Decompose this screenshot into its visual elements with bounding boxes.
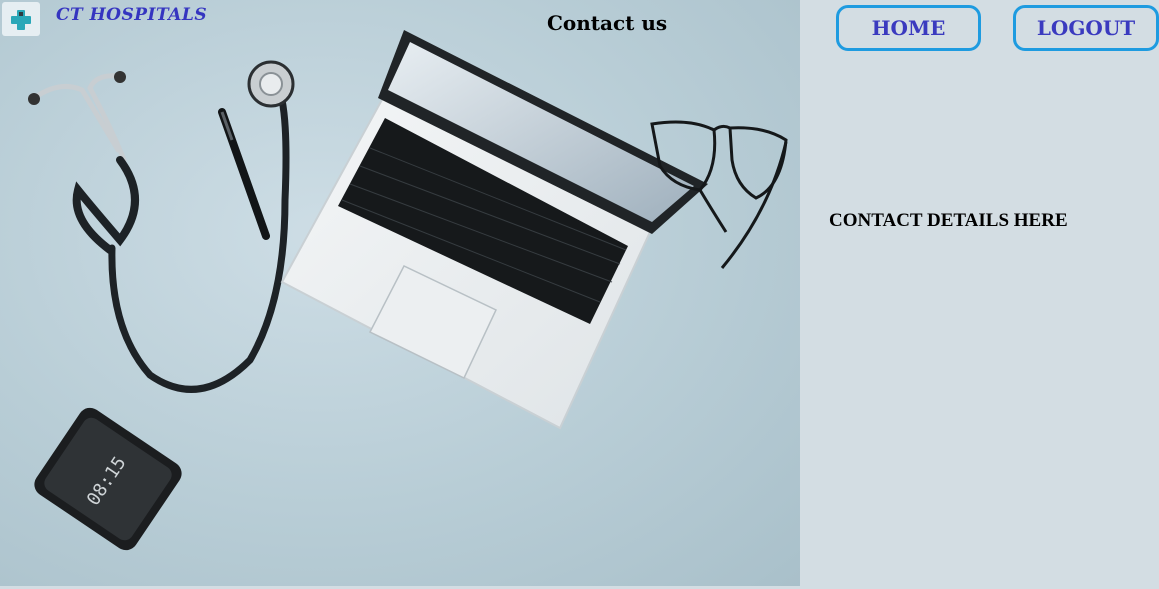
logo[interactable] xyxy=(2,2,40,36)
logout-button[interactable]: LOGOUT xyxy=(1013,5,1159,51)
brand-name: CT HOSPITALS xyxy=(56,5,208,25)
pen-icon xyxy=(218,108,270,240)
laptop-icon xyxy=(280,30,708,430)
contact-details-text: CONTACT DETAILS HERE xyxy=(829,210,1068,231)
home-button[interactable]: HOME xyxy=(836,5,981,51)
medical-cross-icon xyxy=(11,10,31,30)
hero-image: 08:15 xyxy=(0,0,800,586)
right-panel xyxy=(800,0,1159,589)
smartphone-icon: 08:15 xyxy=(34,407,182,551)
page-title: Contact us xyxy=(547,11,668,35)
page: 08:15 CT HOSPITALS Contact us HOME LOGOU… xyxy=(0,0,1159,589)
stethoscope-icon xyxy=(28,60,295,393)
